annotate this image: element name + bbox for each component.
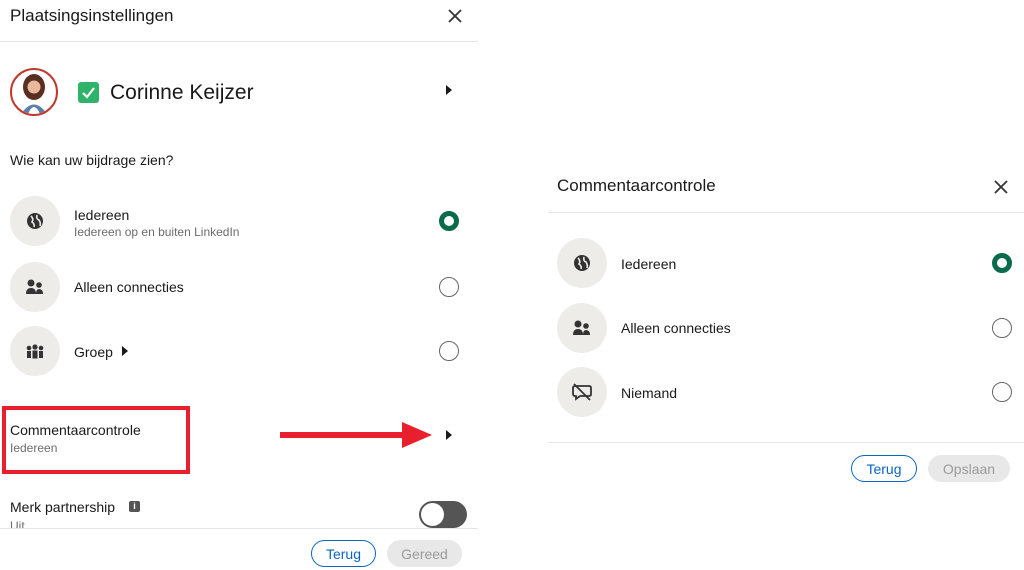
visibility-option-connections[interactable]: Alleen connecties [8,261,468,313]
no-comment-icon-circle [557,367,607,417]
option-label: Niemand [621,385,678,401]
author-selector[interactable]: Corinne Keijzer [8,66,468,120]
globe-icon [27,213,43,229]
radio-unselected[interactable] [992,318,1012,338]
done-button[interactable]: Gereed [387,540,462,567]
avatar [10,68,58,116]
panel-title: Commentaarcontrole [557,176,716,195]
comment-option-connections[interactable]: Alleen connecties [556,302,1016,354]
brand-partnership-label: Merk partnership [10,499,116,515]
brand-partnership-toggle[interactable] [419,501,467,528]
visibility-question: Wie kan uw bijdrage zien? [10,152,174,168]
caret-right-icon [446,85,452,95]
people-icon-circle [557,303,607,353]
close-icon [994,180,1008,194]
comment-control-row[interactable]: Commentaarcontrole Iedereen [0,405,478,475]
checkbox-checked[interactable] [78,82,99,103]
caret-right-icon [122,346,128,356]
globe-icon-circle [10,196,60,246]
brand-partnership-value: Uit [10,519,25,528]
globe-icon [574,255,590,271]
option-description: Iedereen op en buiten LinkedIn [74,225,240,239]
arrow-annotation [280,422,432,448]
option-label: Alleen connecties [621,320,731,336]
radio-selected[interactable] [992,253,1012,273]
brand-partnership-row: Merk partnership i Uit [0,495,478,528]
no-comment-icon [572,383,592,401]
close-icon [448,9,462,23]
people-icon-circle [10,262,60,312]
comment-control-label: Commentaarcontrole [10,422,141,438]
option-label: Groep [74,344,113,360]
save-button[interactable]: Opslaan [928,455,1010,482]
close-button[interactable] [445,6,465,26]
visibility-option-everyone[interactable]: Iedereen Iedereen op en buiten LinkedIn [8,195,468,247]
highlight-box [2,406,190,474]
info-icon: i [129,501,140,512]
comment-control-value: Iedereen [10,441,58,455]
people-icon [573,320,590,335]
author-name: Corinne Keijzer [110,81,254,104]
visibility-option-group[interactable]: Groep [8,325,468,377]
radio-unselected[interactable] [439,341,459,361]
comment-option-nobody[interactable]: Niemand [556,366,1016,418]
comment-control-panel: Commentaarcontrole Iedereen Alleen conne… [548,170,1024,490]
radio-unselected[interactable] [439,277,459,297]
option-label: Iedereen [621,256,677,272]
people-icon [26,279,43,294]
option-label: Alleen connecties [74,279,184,295]
back-button[interactable]: Terug [311,540,376,567]
group-icon [26,344,44,359]
comment-option-everyone[interactable]: Iedereen [556,237,1016,289]
globe-icon-circle [557,238,607,288]
check-icon [82,87,95,99]
back-button[interactable]: Terug [851,455,917,482]
group-icon-circle [10,326,60,376]
caret-right-icon [446,430,452,440]
posting-settings-panel: Plaatsingsinstellingen Corinne Keijzer W… [0,0,478,570]
radio-unselected[interactable] [992,382,1012,402]
panel-title: Plaatsingsinstellingen [10,6,174,25]
radio-selected[interactable] [439,211,459,231]
option-label: Iedereen [74,207,130,223]
close-button[interactable] [991,177,1011,197]
